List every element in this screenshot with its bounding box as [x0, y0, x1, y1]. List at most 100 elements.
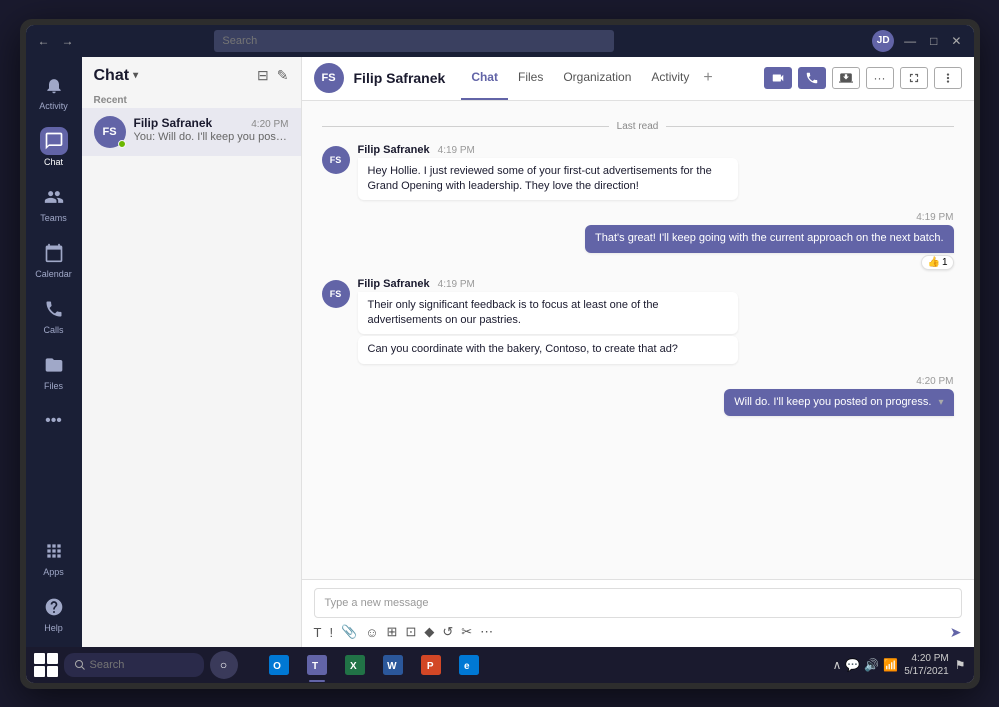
taskbar-time-area[interactable]: 4:20 PM 5/17/2021 — [904, 652, 949, 678]
chat-header-initials: FS — [321, 72, 335, 84]
reaction-emoji: 👍 — [927, 257, 939, 268]
outgoing-time-4: 4:20 PM — [916, 376, 953, 387]
screen-share-button[interactable] — [832, 67, 860, 89]
loop-icon[interactable]: ↺ — [442, 624, 453, 640]
start-square-1 — [34, 653, 45, 664]
sidebar-item-calendar[interactable]: Calendar — [30, 233, 78, 285]
taskbar-app-outlook[interactable]: O — [264, 650, 294, 680]
last-read-line-right — [666, 126, 953, 127]
sidebar-item-calls[interactable]: Calls — [30, 289, 78, 341]
chat-item-preview: You: Will do. I'll keep you posted on pr… — [134, 131, 289, 143]
sidebar-item-activity-label: Activity — [39, 101, 68, 111]
message-group-3: FS Filip Safranek 4:19 PM Their only sig… — [322, 278, 954, 364]
chat-panel-title: Chat ▾ — [94, 67, 139, 85]
device-frame: ← → JD — □ ✕ Activity — [20, 19, 980, 689]
last-read-line-left — [322, 126, 609, 127]
sidebar-item-apps[interactable]: Apps — [30, 531, 78, 583]
sidebar-item-activity[interactable]: Activity — [30, 65, 78, 117]
close-button[interactable]: ✕ — [947, 34, 965, 48]
msg-header-3: Filip Safranek 4:19 PM — [358, 278, 954, 290]
more-toolbar-icon[interactable]: ⋯ — [480, 624, 493, 640]
settings-button[interactable] — [934, 67, 962, 89]
taskbar-app-word[interactable]: W — [378, 650, 408, 680]
taskbar-notification-flag[interactable]: ⚑ — [955, 658, 966, 672]
messages-area: Last read FS Filip Safranek 4:19 PM — [302, 101, 974, 579]
taskbar-chevron-icon[interactable]: ∧ — [833, 658, 842, 672]
taskbar-app-powerpoint[interactable]: P — [416, 650, 446, 680]
svg-text:P: P — [426, 661, 433, 672]
maximize-button[interactable]: □ — [926, 34, 941, 48]
taskbar-search-input[interactable] — [90, 659, 190, 671]
user-avatar-titlebar[interactable]: JD — [872, 30, 894, 52]
attach-icon[interactable]: 📎 — [341, 624, 357, 640]
cortana-button[interactable]: ○ — [210, 651, 238, 679]
add-tab-button[interactable]: + — [699, 69, 716, 87]
chat-item-name: Filip Safranek — [134, 116, 213, 130]
tab-chat[interactable]: Chat — [461, 57, 508, 101]
expand-button[interactable] — [900, 67, 928, 89]
sidebar-item-more[interactable]: ••• — [30, 401, 78, 441]
chat-list-avatar: FS — [94, 116, 126, 148]
chat-item-time: 4:20 PM — [251, 119, 288, 130]
taskbar-volume-icon[interactable]: 🔊 — [864, 658, 879, 672]
send-button[interactable]: ➤ — [950, 624, 962, 641]
title-bar-search-area — [214, 30, 614, 52]
minimize-button[interactable]: — — [900, 34, 920, 48]
svg-text:e: e — [464, 661, 470, 672]
meet-icon[interactable]: ◆ — [424, 624, 434, 640]
start-button[interactable] — [34, 653, 58, 677]
sidebar-item-teams[interactable]: Teams — [30, 177, 78, 229]
msg-time-3: 4:19 PM — [438, 279, 475, 290]
tab-files[interactable]: Files — [508, 57, 553, 101]
chat-item-content: Filip Safranek 4:20 PM You: Will do. I'l… — [134, 116, 289, 143]
tab-organization[interactable]: Organization — [553, 57, 641, 101]
screen: ← → JD — □ ✕ Activity — [26, 25, 974, 683]
taskbar-search-area[interactable] — [64, 653, 204, 677]
chat-list-item[interactable]: FS Filip Safranek 4:20 PM You: Will do. … — [82, 108, 301, 156]
msg-avatar-3: FS — [322, 280, 350, 308]
taskbar-date: 5/17/2021 — [904, 665, 949, 678]
sidebar-item-chat[interactable]: Chat — [30, 121, 78, 173]
sidebar-item-files-label: Files — [44, 381, 63, 391]
reaction-badge-2[interactable]: 👍 1 — [921, 255, 953, 270]
emoji-icon[interactable]: ☺ — [365, 625, 378, 640]
message-input-box[interactable]: Type a new message — [314, 588, 962, 618]
taskbar-notification-icon[interactable]: 💬 — [845, 658, 860, 672]
outgoing-bubble-row-2: That's great! I'll keep going with the c… — [585, 225, 953, 252]
gif-icon[interactable]: ⊞ — [387, 624, 398, 640]
outgoing-wrapper-2: 4:19 PM That's great! I'll keep going wi… — [322, 212, 954, 269]
tab-activity[interactable]: Activity — [641, 57, 699, 101]
clip-icon[interactable]: ✂ — [461, 624, 472, 640]
taskbar-app-edge[interactable]: e — [454, 650, 484, 680]
new-chat-icon[interactable]: ✎ — [277, 67, 289, 84]
msg-sender-3: Filip Safranek — [358, 278, 430, 290]
more-options-button[interactable]: ··· — [866, 67, 894, 89]
chat-title-caret[interactable]: ▾ — [133, 70, 138, 81]
video-call-button[interactable] — [764, 67, 792, 89]
outgoing-wrapper-4: 4:20 PM Will do. I'll keep you posted on… — [322, 376, 954, 416]
app-body: Activity Chat Teams — [26, 57, 974, 647]
chat-main: FS Filip Safranek Chat Files Organizatio… — [302, 57, 974, 647]
format-text-icon[interactable]: T — [314, 625, 322, 640]
nav-forward-button[interactable]: → — [58, 32, 78, 50]
start-square-4 — [47, 666, 58, 677]
taskbar-app-teams[interactable]: T — [302, 650, 332, 680]
sticker-icon[interactable]: ⊡ — [405, 624, 416, 640]
audio-call-button[interactable] — [798, 67, 826, 89]
sidebar-item-apps-label: Apps — [43, 567, 64, 577]
nav-back-button[interactable]: ← — [34, 32, 54, 50]
title-bar-controls: JD — □ ✕ — [872, 30, 965, 52]
title-bar-search-input[interactable] — [214, 30, 614, 52]
outgoing-time-2: 4:19 PM — [916, 212, 953, 223]
taskbar-app-excel[interactable]: X — [340, 650, 370, 680]
sidebar-item-files[interactable]: Files — [30, 345, 78, 397]
sidebar-item-teams-label: Teams — [40, 213, 67, 223]
filter-icon[interactable]: ⊟ — [257, 67, 269, 84]
svg-text:X: X — [350, 661, 357, 672]
msg-header-1: Filip Safranek 4:19 PM — [358, 144, 954, 156]
chat-title-text: Chat — [94, 67, 130, 85]
important-icon[interactable]: ! — [329, 625, 333, 640]
taskbar-network-icon[interactable]: 📶 — [883, 658, 898, 672]
msg-bubble-2: That's great! I'll keep going with the c… — [585, 225, 953, 252]
sidebar-item-help[interactable]: Help — [30, 587, 78, 639]
